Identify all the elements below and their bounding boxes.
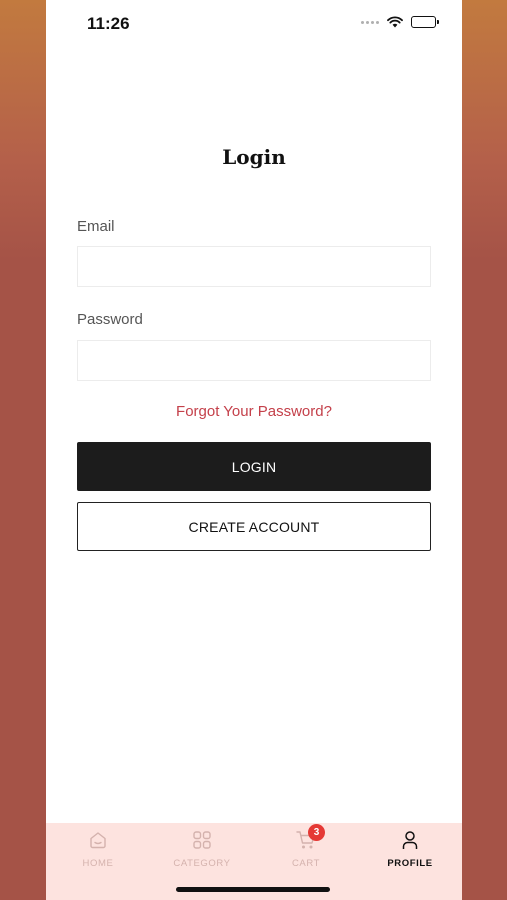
login-button[interactable]: LOGIN [77,442,431,491]
status-icons [361,16,439,28]
tab-home[interactable]: HOME [46,829,150,877]
grid-icon [193,831,211,849]
home-indicator [176,887,330,892]
tab-label-cart: CART [291,858,321,869]
tab-profile[interactable]: PROFILE [358,829,462,877]
app-screen: 11:26 Login Email Password Forgot Your P… [46,0,462,900]
tab-label-profile: PROFILE [387,858,433,869]
status-bar: 11:26 [46,0,462,48]
password-label: Password [77,311,143,328]
create-account-button[interactable]: CREATE ACCOUNT [77,502,431,551]
tab-label-category: CATEGORY [173,858,231,869]
person-icon [402,831,418,849]
wifi-icon [387,16,403,28]
email-label: Email [77,218,115,235]
tab-category[interactable]: CATEGORY [150,829,254,877]
signal-dots-icon [361,20,379,24]
forgot-password-link[interactable]: Forgot Your Password? [46,403,462,420]
cart-icon-wrapper: 3 [295,824,325,851]
battery-icon [411,16,439,28]
email-input[interactable] [77,246,431,287]
tab-label-home: HOME [82,858,114,869]
password-input[interactable] [77,340,431,381]
home-icon [90,832,106,849]
cart-badge: 3 [308,824,325,841]
page-title: Login [222,145,286,169]
status-time: 11:26 [87,14,130,33]
tab-cart[interactable]: 3 CART [254,824,358,877]
